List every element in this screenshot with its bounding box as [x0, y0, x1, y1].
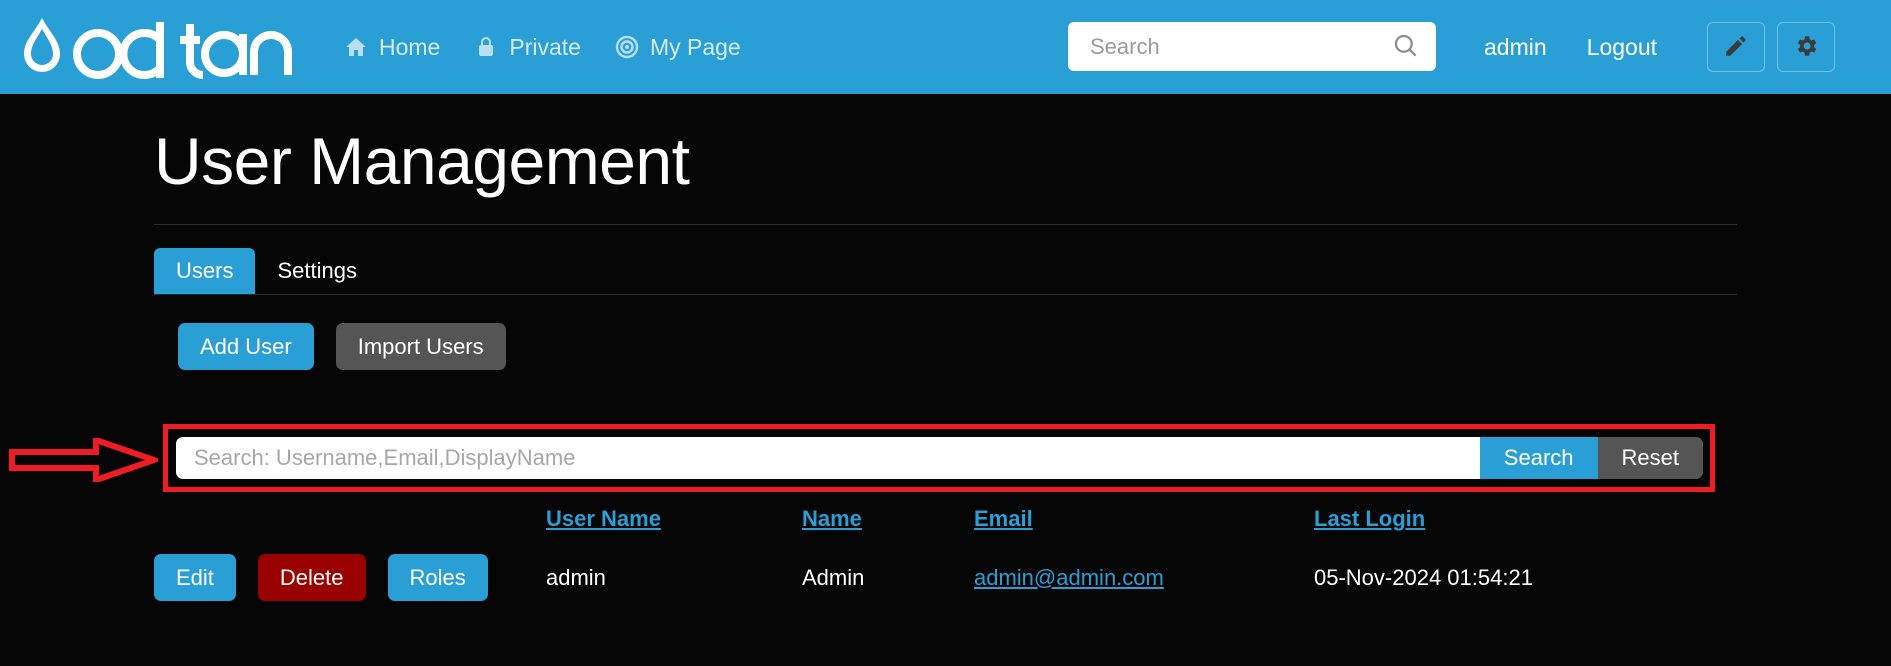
- search-icon: [1392, 32, 1419, 62]
- th-actions: [154, 506, 546, 546]
- nav-item-private[interactable]: Private: [474, 35, 581, 59]
- cell-email: admin@admin.com: [974, 546, 1314, 609]
- nav-label-home: Home: [379, 33, 441, 60]
- edit-user-button[interactable]: Edit: [154, 554, 236, 602]
- main-navigation: Home Private My Page: [344, 35, 741, 59]
- user-search-bar: Search Reset: [176, 437, 1703, 479]
- cell-last-login: 05-Nov-2024 01:54:21: [1314, 564, 1533, 590]
- logout-link[interactable]: Logout: [1587, 34, 1657, 61]
- th-name: Name: [802, 506, 974, 546]
- import-users-button[interactable]: Import Users: [335, 322, 506, 371]
- row-actions-cell: Edit Delete Roles: [154, 546, 546, 609]
- user-roles-button[interactable]: Roles: [387, 554, 488, 602]
- tab-users[interactable]: Users: [154, 247, 256, 294]
- app-window: Home Private My Page Search admin Logout…: [0, 0, 1891, 666]
- page-content: User Management Users Settings Add User …: [0, 94, 1891, 602]
- user-search-input[interactable]: [176, 437, 1480, 479]
- nav-label-private: Private: [509, 33, 581, 60]
- lock-icon: [474, 35, 498, 59]
- th-username: User Name: [546, 506, 802, 546]
- nav-item-my-page[interactable]: My Page: [615, 35, 741, 59]
- add-user-button[interactable]: Add User: [178, 322, 314, 371]
- tab-settings[interactable]: Settings: [255, 248, 379, 294]
- user-search-reset-button[interactable]: Reset: [1597, 437, 1703, 479]
- nav-label-my-page: My Page: [649, 33, 741, 60]
- site-search-button[interactable]: [1386, 32, 1439, 62]
- cell-username: admin: [546, 564, 606, 590]
- edit-mode-button[interactable]: [1707, 22, 1766, 72]
- sort-email-link[interactable]: Email: [974, 506, 1033, 531]
- delete-user-button[interactable]: Delete: [257, 554, 366, 602]
- th-last-login: Last Login: [1314, 506, 1754, 546]
- header-icon-buttons: [1707, 22, 1836, 72]
- user-email-link[interactable]: admin@admin.com: [974, 565, 1164, 590]
- table-row: Edit Delete Roles admin Admin admin@admi…: [154, 546, 1754, 609]
- user-table-body: Edit Delete Roles admin Admin admin@admi…: [154, 546, 1754, 609]
- gear-icon: [1793, 33, 1819, 62]
- user-table: User Name Name Email Last Login Edit Del…: [154, 506, 1754, 609]
- cell-name: Admin: [802, 564, 865, 590]
- module-actions: Add User Import Users: [178, 322, 1891, 371]
- site-header: Home Private My Page Search admin Logout: [0, 0, 1891, 94]
- th-email: Email: [974, 506, 1314, 546]
- user-search-button[interactable]: Search: [1479, 437, 1598, 479]
- current-user-link[interactable]: admin: [1484, 34, 1547, 61]
- annotation-arrow-icon: [9, 438, 158, 482]
- sort-name-link[interactable]: Name: [802, 506, 862, 531]
- home-icon: [344, 35, 368, 59]
- header-user-area: admin Logout: [1484, 0, 1836, 94]
- nav-item-home[interactable]: Home: [344, 35, 440, 59]
- settings-button[interactable]: [1777, 22, 1836, 72]
- brand-logo-link[interactable]: [14, 0, 292, 94]
- user-table-head: User Name Name Email Last Login: [154, 506, 1754, 546]
- title-divider: [154, 223, 1737, 225]
- table-header-row: User Name Name Email Last Login: [154, 506, 1754, 546]
- module-tabs: Users Settings: [154, 245, 1737, 295]
- sort-username-link[interactable]: User Name: [546, 506, 661, 531]
- site-search: [1068, 22, 1436, 71]
- water-drop-icon: [24, 18, 292, 79]
- site-search-input[interactable]: [1068, 22, 1386, 71]
- pencil-icon: [1723, 33, 1749, 62]
- page-title: User Management: [154, 124, 690, 198]
- sort-last-login-link[interactable]: Last Login: [1314, 506, 1425, 531]
- target-icon: [615, 35, 639, 59]
